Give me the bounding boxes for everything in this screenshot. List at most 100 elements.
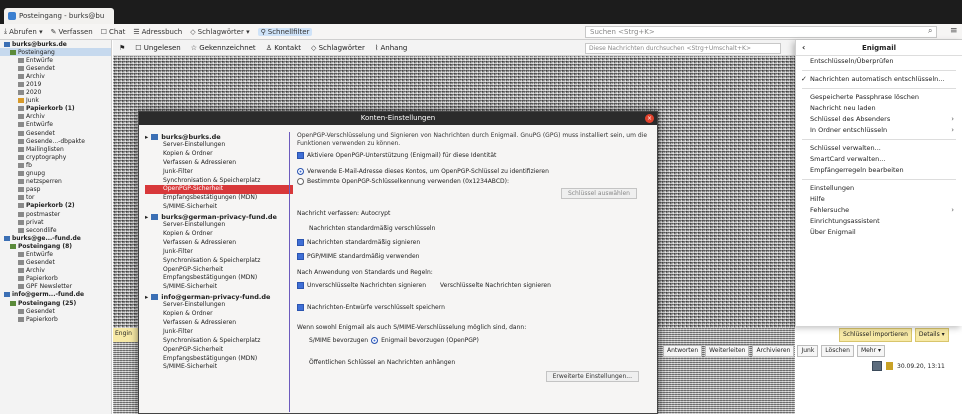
- folder-item[interactable]: gnupg: [0, 170, 111, 178]
- window-tab[interactable]: Posteingang - burks@bu: [4, 8, 114, 24]
- folder-item[interactable]: Entwürfe: [0, 56, 111, 64]
- account-settings-item[interactable]: Kopien & Ordner: [145, 150, 293, 159]
- expand-icon[interactable]: ▸: [145, 213, 148, 221]
- encrypt-drafts-row[interactable]: Nachrichten-Entwürfe verschlüsselt speic…: [297, 302, 653, 312]
- enigmail-menu-item[interactable]: Fehlersuche ›: [796, 205, 962, 216]
- account-settings-item[interactable]: OpenPGP-Sicherheit: [145, 346, 293, 355]
- account-settings-item[interactable]: OpenPGP-Sicherheit: [145, 266, 293, 275]
- expand-icon[interactable]: ▸: [145, 133, 148, 141]
- toolbar-button-2[interactable]: ✎ Verfassen: [51, 28, 93, 36]
- account-settings-item[interactable]: Synchronisation & Speicherplatz: [145, 337, 293, 346]
- folder-item[interactable]: netzsperren: [0, 178, 111, 186]
- folder-item[interactable]: Entwürfe: [0, 121, 111, 129]
- folder-item[interactable]: tor: [0, 194, 111, 202]
- folder-item[interactable]: Papierkorb: [0, 275, 111, 283]
- filter-toggle-4[interactable]: ◇ Schlagwörter: [311, 44, 365, 52]
- folder-item[interactable]: 2019: [0, 80, 111, 88]
- account-settings-item[interactable]: S/MIME-Sicherheit: [145, 283, 293, 292]
- close-icon[interactable]: ×: [645, 114, 654, 123]
- enigmail-menu-item[interactable]: Hilfe: [796, 194, 962, 205]
- sign-default-row[interactable]: Nachrichten standardmäßig signieren: [297, 237, 653, 247]
- account-settings-item[interactable]: Empfangsbestätigungen (MDN): [145, 355, 293, 364]
- account-settings-item[interactable]: Junk-Filter: [145, 168, 293, 177]
- action-button-6[interactable]: Mehr ▾: [856, 345, 885, 357]
- global-search-input[interactable]: Suchen <Strg+K>: [585, 26, 937, 38]
- enigmail-menu-item[interactable]: Einrichtungsassistent: [796, 216, 962, 227]
- account-settings-item[interactable]: Server-Einstellungen: [145, 141, 293, 150]
- enable-openpgp-row[interactable]: Aktiviere OpenPGP-Unterstützung (Enigmai…: [297, 150, 653, 160]
- use-specific-key-row[interactable]: Bestimmte OpenPGP-Schlüsselkennung verwe…: [297, 176, 653, 186]
- enigmail-menu-item[interactable]: Gespeicherte Passphrase löschen: [796, 92, 962, 103]
- folder-item[interactable]: GPF Newsletter: [0, 283, 111, 291]
- folder-item[interactable]: Junk: [0, 97, 111, 105]
- action-button-3[interactable]: Archivieren: [752, 345, 795, 357]
- action-button-1[interactable]: Antworten: [663, 345, 703, 357]
- search-icon[interactable]: ⌕: [928, 26, 932, 36]
- expand-icon[interactable]: ▸: [145, 293, 148, 301]
- toolbar-button-6[interactable]: ⚲ Schnellfilter: [257, 27, 313, 36]
- action-button-2[interactable]: Weiterleiten: [705, 345, 750, 357]
- folder-item[interactable]: fb: [0, 161, 111, 169]
- radio-selected[interactable]: [371, 336, 379, 344]
- toolbar-button-4[interactable]: ☰ Adressbuch: [133, 28, 182, 36]
- checkbox-checked[interactable]: [297, 303, 304, 311]
- folder-item[interactable]: Gesendet: [0, 259, 111, 267]
- account-settings-item[interactable]: Kopien & Ordner: [145, 230, 293, 239]
- back-arrow-icon[interactable]: ‹: [802, 43, 805, 52]
- enigmail-menu-item[interactable]: ✓ Nachrichten automatisch entschlüsseln..…: [796, 74, 962, 85]
- folder-item[interactable]: cryptography: [0, 153, 111, 161]
- advanced-settings-button[interactable]: Erweiterte Einstellungen...: [545, 371, 639, 382]
- checkbox-checked[interactable]: [297, 151, 304, 159]
- account-settings-item[interactable]: Verfassen & Adressieren: [145, 239, 293, 248]
- folder-item[interactable]: postmaster: [0, 210, 111, 218]
- enigmail-menu-item[interactable]: Schlüssel verwalten...: [796, 143, 962, 154]
- account-settings-item[interactable]: Synchronisation & Speicherplatz: [145, 257, 293, 266]
- folder-item[interactable]: burks@ge...-fund.de: [0, 234, 111, 242]
- folder-item[interactable]: Papierkorb (2): [0, 202, 111, 210]
- account-settings-item[interactable]: Server-Einstellungen: [145, 221, 293, 230]
- checkbox-checked[interactable]: [297, 252, 304, 260]
- folder-item[interactable]: Entwürfe: [0, 250, 111, 258]
- prefer-smime-label[interactable]: S/MIME bevorzugen: [309, 337, 368, 344]
- folder-item[interactable]: secondlife: [0, 226, 111, 234]
- account-settings-item[interactable]: S/MIME-Sicherheit: [145, 363, 293, 372]
- enigmail-menu-item[interactable]: Einstellungen: [796, 183, 962, 194]
- folder-item[interactable]: Gesende...-dbpakte: [0, 137, 111, 145]
- account-settings-item[interactable]: Verfassen & Adressieren: [145, 159, 293, 168]
- folder-item[interactable]: 2020: [0, 89, 111, 97]
- use-email-key-row[interactable]: Verwende E-Mail-Adresse dieses Kontos, u…: [297, 166, 653, 176]
- import-key-button[interactable]: Schlüssel importieren: [839, 328, 912, 342]
- account-settings-item[interactable]: Empfangsbestätigungen (MDN): [145, 274, 293, 283]
- account-header[interactable]: ▸ burks@burks.de: [145, 132, 293, 141]
- account-header[interactable]: ▸ info@german-privacy-fund.de: [145, 292, 293, 301]
- folder-item[interactable]: burks@burks.de: [0, 40, 111, 48]
- action-button-4[interactable]: Junk: [797, 345, 819, 357]
- select-key-button[interactable]: Schlüssel auswählen: [560, 188, 637, 199]
- radio-selected[interactable]: [297, 167, 304, 175]
- account-settings-item[interactable]: Server-Einstellungen: [145, 301, 293, 310]
- toolbar-button-3[interactable]: ☐ Chat: [101, 28, 126, 36]
- enigmail-menu-item[interactable]: SmartCard verwalten...: [796, 154, 962, 165]
- pin-icon[interactable]: ⚑: [119, 44, 125, 52]
- account-settings-item[interactable]: Junk-Filter: [145, 328, 293, 337]
- folder-item[interactable]: Gesendet: [0, 307, 111, 315]
- folder-item[interactable]: Posteingang (8): [0, 242, 111, 250]
- account-settings-item[interactable]: Kopien & Ordner: [145, 310, 293, 319]
- enigmail-menu-item[interactable]: In Ordner entschlüsseln ›: [796, 125, 962, 136]
- folder-item[interactable]: Posteingang (25): [0, 299, 111, 307]
- filter-toggle-5[interactable]: ⌇ Anhang: [375, 44, 408, 52]
- account-settings-item[interactable]: Empfangsbestätigungen (MDN): [145, 194, 293, 203]
- message-filter-input[interactable]: Diese Nachrichten durchsuchen <Strg+Umsc…: [585, 43, 781, 54]
- account-header[interactable]: ▸ burks@german-privacy-fund.de: [145, 212, 293, 221]
- encrypt-default-row[interactable]: Nachrichten standardmäßig verschlüsseln: [297, 223, 653, 233]
- account-settings-item[interactable]: Synchronisation & Speicherplatz: [145, 177, 293, 186]
- folder-item[interactable]: Posteingang: [0, 48, 111, 57]
- enigmail-menu-item[interactable]: Entschlüsseln/Überprüfen: [796, 56, 962, 67]
- folder-item[interactable]: Papierkorb (1): [0, 105, 111, 113]
- folder-item[interactable]: Mailinglisten: [0, 145, 111, 153]
- app-menu-icon[interactable]: ≡: [950, 26, 958, 36]
- account-settings-item[interactable]: S/MIME-Sicherheit: [145, 203, 293, 212]
- key-icon[interactable]: [872, 361, 882, 371]
- details-button[interactable]: Details ▾: [914, 328, 949, 342]
- folder-item[interactable]: Archiv: [0, 72, 111, 80]
